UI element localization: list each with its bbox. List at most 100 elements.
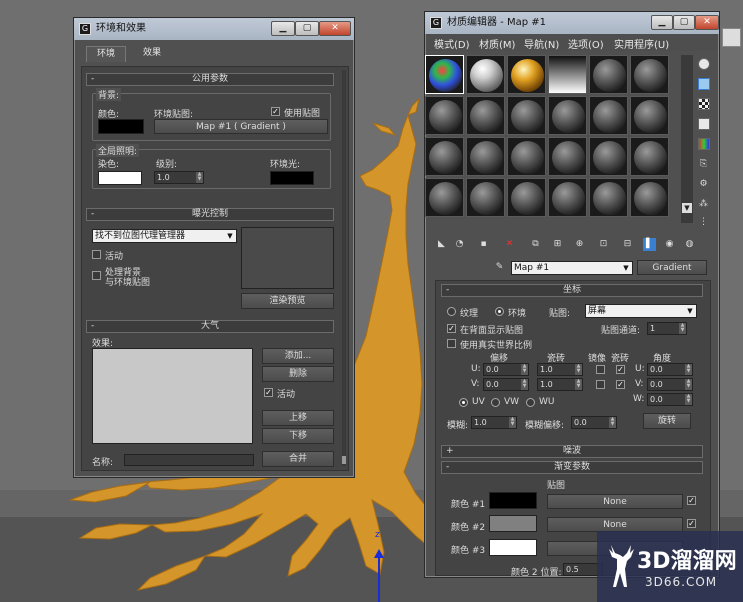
real-world-scale-checkbox[interactable]: [447, 339, 456, 348]
pick-from-object-icon[interactable]: ◍: [683, 238, 696, 251]
v-tiling-spinner[interactable]: 1.0 ▲ ▼: [537, 378, 583, 391]
backlight-icon[interactable]: [698, 78, 710, 90]
sample-type-sphere-icon[interactable]: [698, 58, 710, 70]
env-maximize-button[interactable]: ▢: [295, 21, 319, 36]
material-slot[interactable]: [466, 96, 505, 135]
mat-minimize-button[interactable]: ▁: [651, 15, 673, 30]
u-tiling-spinner[interactable]: 1.0 ▲ ▼: [537, 363, 583, 376]
uv-tiling-icon[interactable]: [698, 118, 710, 130]
reset-map-icon[interactable]: ✕: [503, 238, 516, 251]
render-preview-button[interactable]: 渲染预览: [241, 293, 334, 309]
select-by-material-icon[interactable]: ⁂: [697, 198, 710, 211]
blur-spinner[interactable]: 1.0 ▲ ▼: [471, 416, 517, 429]
wu-radio[interactable]: [526, 398, 535, 407]
env-scrollbar[interactable]: [342, 70, 346, 466]
material-slot[interactable]: [507, 96, 546, 135]
material-slot[interactable]: [425, 96, 464, 135]
env-tab-effects[interactable]: 效果: [130, 46, 174, 62]
rotate-button[interactable]: 旋转: [643, 413, 691, 429]
u-offset-spinner[interactable]: 0.0 ▲ ▼: [483, 363, 529, 376]
color3-swatch[interactable]: [489, 539, 537, 556]
process-bg-checkbox[interactable]: [92, 271, 101, 280]
menu-utilities[interactable]: 实用程序(U): [614, 36, 669, 51]
material-slot[interactable]: [507, 137, 546, 176]
video-color-check-icon[interactable]: [698, 138, 710, 150]
use-map-checkbox[interactable]: ✓: [271, 107, 280, 116]
atmosphere-rollout-header[interactable]: - 大气: [86, 320, 334, 333]
slots-scrollbar[interactable]: ▼: [681, 55, 693, 223]
v-offset-spinner[interactable]: 0.0 ▲ ▼: [483, 378, 529, 391]
material-slot[interactable]: [548, 55, 587, 94]
material-slot[interactable]: [548, 96, 587, 135]
sample-options-icon[interactable]: ⚙: [697, 178, 710, 191]
env-minimize-button[interactable]: ▁: [271, 21, 295, 36]
menu-navigation[interactable]: 导航(N): [524, 36, 559, 51]
gradient-params-rollout-header[interactable]: - 渐变参数: [441, 461, 703, 474]
texture-radio[interactable]: [447, 307, 456, 316]
viewport-corner-icon[interactable]: [722, 28, 741, 47]
show-end-result-icon[interactable]: ⊟: [621, 238, 634, 251]
blur-offset-spinner[interactable]: 0.0 ▲ ▼: [571, 416, 617, 429]
move-down-button[interactable]: 下移: [262, 428, 334, 444]
move-up-button[interactable]: 上移: [262, 410, 334, 426]
v-angle-spinner[interactable]: 0.0 ▲ ▼: [647, 378, 693, 391]
tint-color-swatch[interactable]: [98, 171, 142, 185]
material-slot[interactable]: [589, 55, 628, 94]
u-tile-checkbox[interactable]: ✓: [616, 365, 625, 374]
color1-swatch[interactable]: [489, 492, 537, 509]
material-slot[interactable]: [507, 55, 546, 94]
material-slot[interactable]: [630, 178, 669, 217]
material-slot[interactable]: [630, 55, 669, 94]
material-slot[interactable]: [425, 55, 464, 94]
coordinates-rollout-header[interactable]: - 坐标: [441, 284, 703, 297]
ambient-color-swatch[interactable]: [270, 171, 314, 185]
put-to-scene-icon[interactable]: ◔: [453, 238, 466, 251]
material-slot[interactable]: [589, 137, 628, 176]
background-checker-icon[interactable]: [698, 98, 710, 110]
environ-radio[interactable]: [495, 307, 504, 316]
color2-map-button[interactable]: None: [547, 517, 683, 532]
common-params-rollout-header[interactable]: - 公用参数: [86, 73, 334, 86]
material-slot[interactable]: [548, 137, 587, 176]
material-slot[interactable]: [630, 137, 669, 176]
eyedropper-icon[interactable]: ✎: [493, 261, 506, 274]
u-mirror-checkbox[interactable]: [596, 365, 605, 374]
mat-close-button[interactable]: ✕: [695, 15, 719, 30]
w-angle-spinner[interactable]: 0.0 ▲ ▼: [647, 393, 693, 406]
material-slot[interactable]: [425, 137, 464, 176]
material-slot[interactable]: [630, 96, 669, 135]
material-navigator-icon[interactable]: ⋮: [697, 216, 710, 229]
map-name-dropdown[interactable]: Map #1 ▼: [511, 261, 633, 275]
menu-options[interactable]: 选项(O): [568, 36, 604, 51]
color1-map-checkbox[interactable]: ✓: [687, 496, 696, 505]
mapping-dropdown[interactable]: 屏幕 ▼: [585, 304, 697, 318]
material-slot[interactable]: [589, 178, 628, 217]
menu-mode[interactable]: 模式(D): [434, 36, 470, 51]
exposure-rollout-header[interactable]: - 曝光控制: [86, 208, 334, 221]
env-map-button[interactable]: Map #1 ( Gradient ): [154, 119, 328, 134]
put-to-library-icon[interactable]: ⊞: [551, 238, 564, 251]
make-preview-icon[interactable]: ⎘: [697, 158, 710, 171]
assign-to-selection-icon[interactable]: ▪: [477, 238, 490, 251]
noise-rollout-header[interactable]: + 噪波: [441, 445, 703, 458]
effects-list[interactable]: [92, 348, 253, 444]
u-angle-spinner[interactable]: 0.0 ▲ ▼: [647, 363, 693, 376]
map-channel-spinner[interactable]: 1 ▲ ▼: [647, 322, 687, 335]
make-unique-icon[interactable]: ⧉: [529, 238, 542, 251]
material-slot[interactable]: [466, 137, 505, 176]
material-slot[interactable]: [466, 55, 505, 94]
merge-button[interactable]: 合并: [262, 451, 334, 467]
env-tab-environment[interactable]: 环境: [86, 46, 126, 62]
atmosphere-active-checkbox[interactable]: ✓: [264, 388, 273, 397]
v-tile-checkbox[interactable]: ✓: [616, 380, 625, 389]
effect-name-input[interactable]: [124, 454, 254, 466]
material-id-icon[interactable]: ⊕: [573, 238, 586, 251]
env-close-button[interactable]: ✕: [319, 21, 351, 36]
color2-map-checkbox[interactable]: ✓: [687, 519, 696, 528]
exposure-type-dropdown[interactable]: 找不到位图代理管理器 ▼: [92, 229, 237, 243]
go-to-parent-icon[interactable]: ▌: [643, 238, 656, 251]
show-map-back-checkbox[interactable]: ✓: [447, 324, 456, 333]
material-slot[interactable]: [548, 178, 587, 217]
bg-color-swatch[interactable]: [98, 119, 144, 134]
delete-effect-button[interactable]: 删除: [262, 366, 334, 382]
